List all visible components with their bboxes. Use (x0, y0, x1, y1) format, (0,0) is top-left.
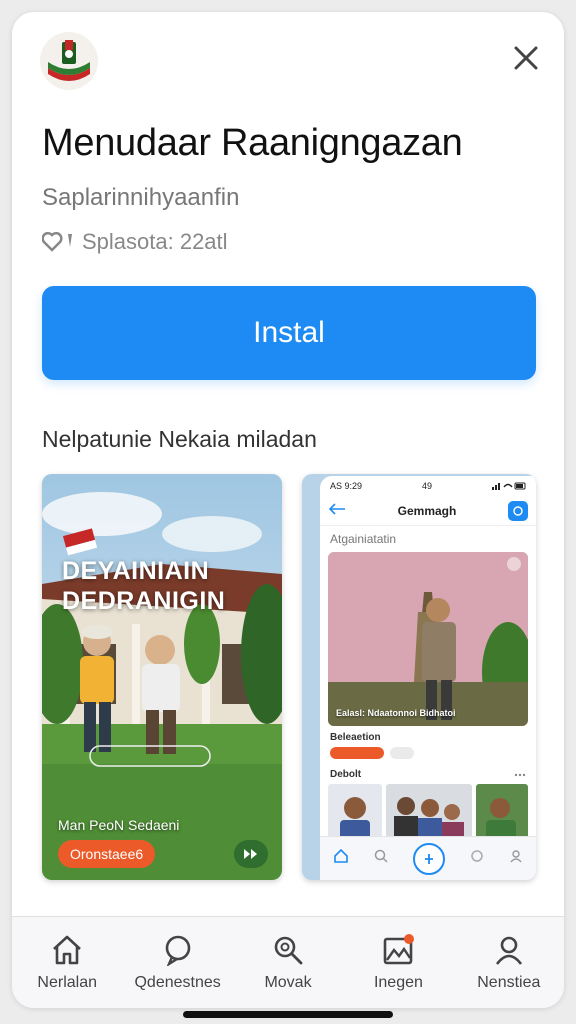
screenshot-1[interactable]: DEYAINIAIN DEDRANIGIN Man PeoN Sedaeni O… (42, 474, 282, 880)
signal-icon (491, 481, 526, 492)
phone-mockup: AS 9:29 49 Gemmagh Atgainiatatin Ealasl:… (320, 476, 536, 880)
chat-bubble-icon (165, 935, 190, 966)
app-meta: Splasota: 22atl (42, 222, 228, 262)
app-logo (40, 32, 98, 90)
app-meta-text: Splasota: 22atl (82, 229, 228, 254)
phone-pills (320, 745, 536, 761)
tab-images-label: Inegen (373, 973, 423, 991)
screenshot-1-title: DEYAINIAIN DEDRANIGIN (62, 557, 226, 615)
phone-section-label: Beleaetion (330, 732, 381, 743)
status-center: 49 (422, 481, 433, 491)
phone-row-label: Debolt (330, 769, 362, 780)
tab-messages-label: Qdenestnes (134, 973, 221, 991)
phone-row-header: Debolt (320, 761, 536, 784)
tab-profile[interactable]: Nenstiea (454, 917, 564, 1008)
globe-icon (513, 505, 523, 516)
phone-tab-bar (320, 836, 536, 880)
app-title: Menudaar Raanigngazan (42, 122, 463, 164)
image-icon (384, 933, 415, 964)
tab-home-label: Nerlalan (37, 973, 97, 991)
home-icon (53, 935, 82, 964)
screenshot-1-next-button[interactable] (234, 840, 268, 868)
back-arrow-icon[interactable] (328, 502, 346, 520)
phone-pill[interactable] (390, 747, 414, 759)
app-install-card: Menudaar Raanigngazan Saplarinnihyaanfin… (12, 12, 564, 1008)
fast-forward-icon (244, 849, 257, 859)
tab-search-label: Movak (264, 973, 312, 991)
tab-images[interactable]: Inegen (343, 917, 453, 1008)
phone-hero-caption: Ealasl: Ndaatonnoi Bidhatoi (336, 708, 456, 718)
phone-search-icon[interactable] (374, 849, 388, 868)
phone-profile-icon[interactable] (509, 849, 523, 868)
tab-messages[interactable]: Qdenestnes (122, 917, 232, 1008)
home-indicator (183, 1011, 393, 1018)
search-icon (274, 936, 303, 964)
tab-profile-label: Nenstiea (477, 973, 541, 991)
more-icon[interactable] (514, 769, 526, 780)
bottom-nav: Nerlalan Qdenestnes Movak Inegen Nenstie… (12, 916, 564, 1008)
status-time: AS 9:29 (330, 481, 363, 491)
phone-home-icon[interactable] (333, 848, 349, 869)
phone-nav-bar: Gemmagh (320, 496, 536, 526)
screenshots-section-title: Nelpatunie Nekaia miladan (42, 426, 317, 452)
phone-add-icon[interactable] (412, 842, 445, 875)
close-button[interactable] (506, 38, 546, 78)
install-button[interactable]: Instal (42, 286, 536, 380)
tab-home[interactable]: Nerlalan (12, 917, 122, 1008)
phone-nav-action[interactable] (508, 500, 528, 521)
screenshot-1-caption: Man PeoN Sedaeni (58, 817, 180, 833)
phone-nav-title: Gemmagh (397, 503, 457, 518)
app-subtitle: Saplarinnihyaanfin (42, 184, 240, 211)
profile-icon (495, 936, 522, 965)
status-bar: AS 9:29 49 (320, 476, 536, 496)
tab-search[interactable]: Movak (233, 917, 343, 1008)
phone-pill-active[interactable] (330, 747, 384, 759)
phone-sub-heading: Atgainiatatin (330, 532, 397, 546)
close-icon (514, 46, 538, 70)
screenshot-2[interactable]: AS 9:29 49 Gemmagh Atgainiatatin Ealasl:… (302, 474, 536, 880)
phone-hero-image[interactable]: Ealasl: Ndaatonnoi Bidhatoi (328, 552, 528, 726)
screenshot-1-cta-button[interactable]: Oronstaee6 (58, 840, 156, 868)
heart-icon (42, 231, 76, 253)
phone-circle-icon[interactable] (470, 849, 484, 868)
